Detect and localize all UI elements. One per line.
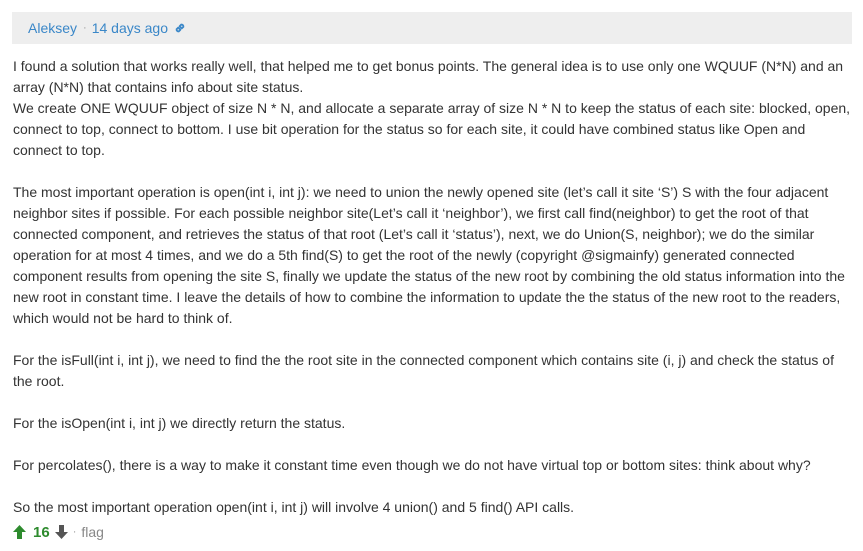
comment-paragraph: I found a solution that works really wel… [13,58,844,95]
timestamp-link[interactable]: 14 days ago [92,20,168,36]
comment-paragraph: For the isOpen(int i, int j) we directly… [13,415,346,431]
comment-paragraph: The most important operation is open(int… [13,184,845,326]
arrow-up-icon[interactable] [12,524,27,540]
comment-header: Aleksey · 14 days ago [12,12,852,44]
comment-footer: 16 · flag [12,521,104,543]
link-icon[interactable] [173,21,187,35]
header-separator: · [83,22,87,34]
author-link[interactable]: Aleksey [28,20,77,36]
vote-count: 16 [33,523,50,541]
comment-paragraph: So the most important operation open(int… [13,499,575,515]
comment-paragraph: We create ONE WQUUF object of size N * N… [13,100,851,158]
arrow-down-icon[interactable] [54,524,69,540]
comment-body: I found a solution that works really wel… [13,56,853,539]
flag-link[interactable]: flag [81,524,104,540]
footer-separator: · [72,526,77,538]
comment-paragraph: For the isFull(int i, int j), we need to… [13,352,834,389]
comment-post: Aleksey · 14 days ago I found a solution… [0,0,863,551]
comment-paragraph: For percolates(), there is a way to make… [13,457,811,473]
